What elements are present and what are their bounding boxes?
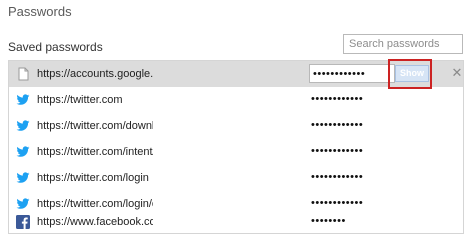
password-value: •••••••••••• <box>311 119 364 131</box>
search-passwords-input[interactable] <box>343 34 463 54</box>
password-row[interactable]: https://twitter.com/download •••••••••••… <box>9 113 463 139</box>
password-value: •••••••••••• <box>313 68 366 80</box>
password-row[interactable]: https://twitter.com •••••••••••• <box>9 87 463 113</box>
remove-password-button[interactable]: ✕ <box>451 66 463 80</box>
facebook-icon <box>16 215 30 229</box>
password-row[interactable]: https://twitter.com/login •••••••••••• <box>9 165 463 191</box>
password-row[interactable]: https://www.facebook.com/ •••••••• <box>9 209 463 235</box>
site-url: https://twitter.com/login <box>37 172 149 184</box>
password-field[interactable]: •••••••••••• <box>309 64 395 83</box>
show-password-button[interactable]: Show <box>395 65 429 82</box>
site-url: https://www.facebook.com/ <box>37 216 153 228</box>
password-value: •••••••• <box>311 215 346 227</box>
twitter-icon <box>16 172 30 183</box>
site-url: https://twitter.com <box>37 94 123 106</box>
passwords-dialog: Passwords Saved passwords https://accoun… <box>0 0 474 242</box>
site-url: https://twitter.com/download <box>37 120 153 132</box>
password-value: •••••••••••• <box>311 197 364 209</box>
twitter-icon <box>16 120 30 131</box>
saved-passwords-list: https://accounts.google.com ••••••••••••… <box>8 59 464 235</box>
site-url: https://twitter.com/intent/tweet <box>37 146 153 158</box>
password-row[interactable]: https://twitter.com/intent/tweet •••••••… <box>9 139 463 165</box>
page-icon <box>18 67 29 81</box>
password-value: •••••••••••• <box>311 145 364 157</box>
twitter-icon <box>16 94 30 105</box>
password-row[interactable]: https://accounts.google.com ••••••••••••… <box>9 59 463 89</box>
password-value: •••••••••••• <box>311 93 364 105</box>
twitter-icon <box>16 146 30 157</box>
saved-passwords-label: Saved passwords <box>8 40 103 54</box>
password-value: •••••••••••• <box>311 171 364 183</box>
dialog-title: Passwords <box>8 4 72 19</box>
site-url: https://accounts.google.com <box>37 68 153 80</box>
